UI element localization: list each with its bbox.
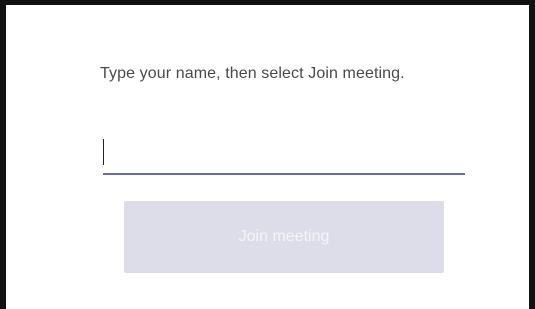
- join-dialog: Type your name, then select Join meeting…: [0, 0, 535, 309]
- name-field[interactable]: [103, 131, 465, 175]
- input-underline: [103, 173, 465, 175]
- name-input[interactable]: [103, 131, 465, 173]
- instruction-text: Type your name, then select Join meeting…: [100, 65, 405, 82]
- text-caret: [103, 139, 104, 165]
- join-meeting-button[interactable]: Join meeting: [124, 201, 444, 273]
